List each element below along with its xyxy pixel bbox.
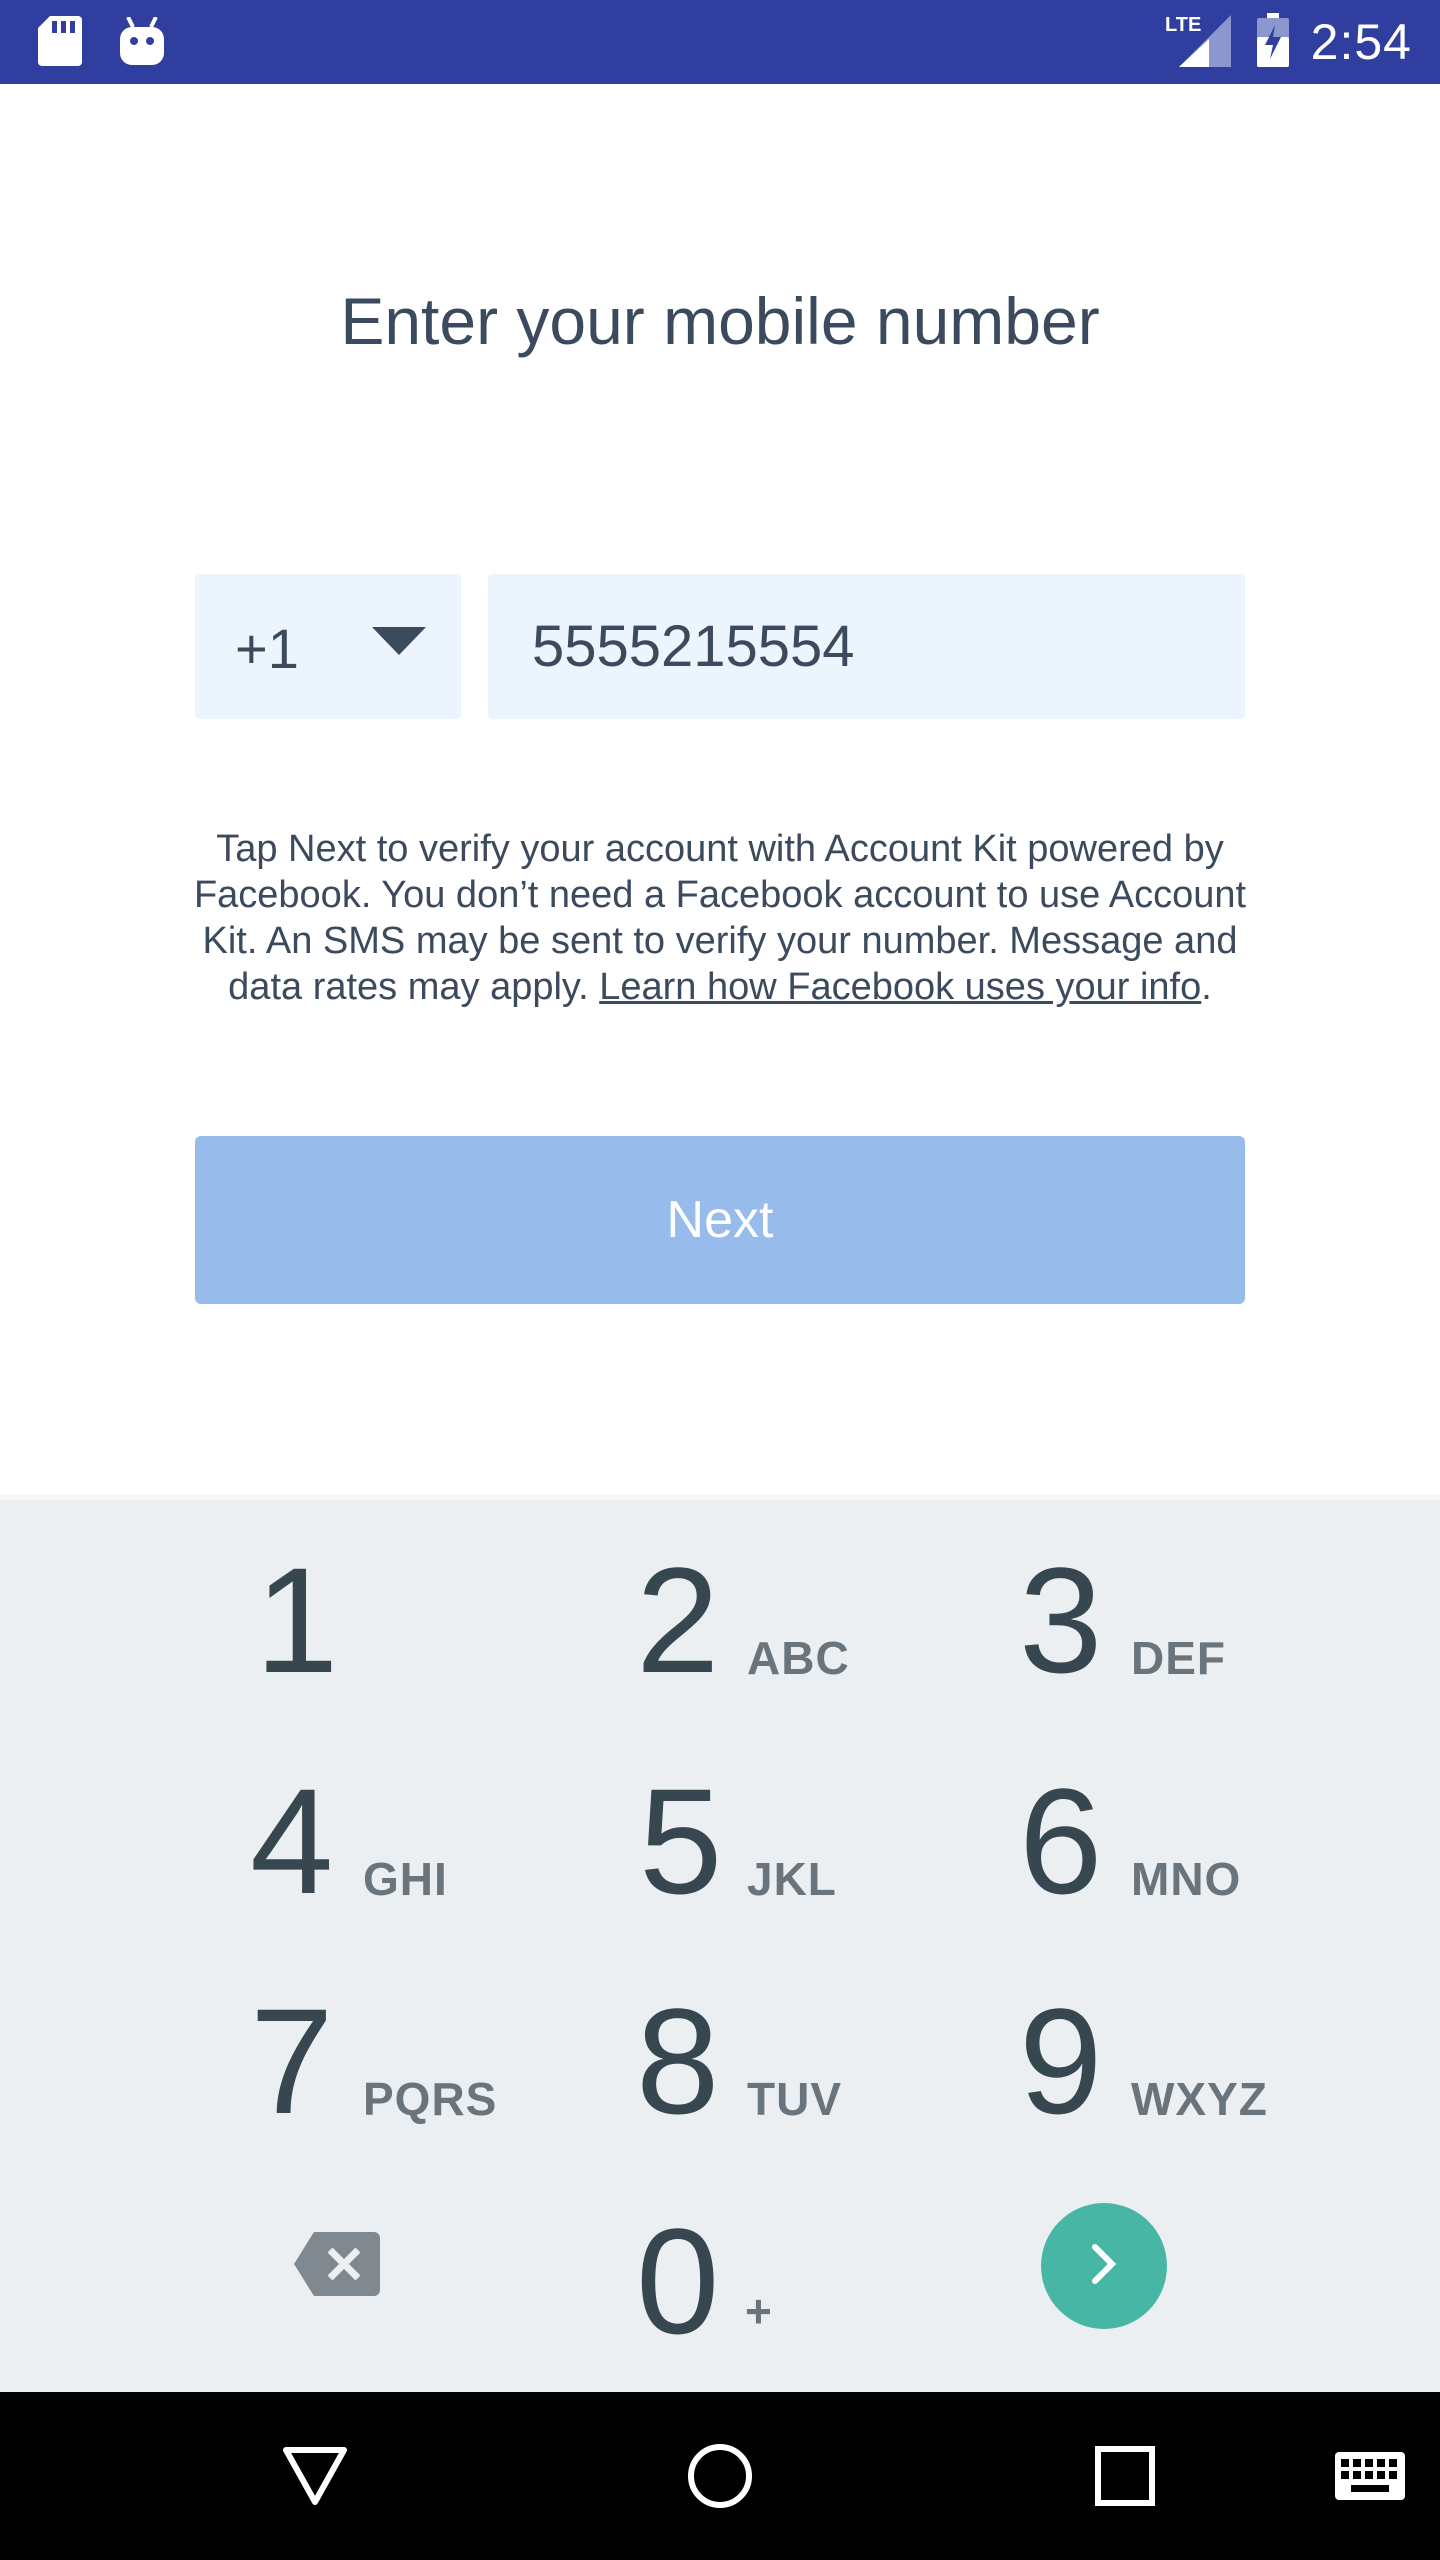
dropdown-arrow-icon	[372, 627, 426, 660]
key-letters: ABC	[747, 1632, 850, 1684]
android-icon	[120, 16, 164, 70]
key-letters: GHI	[363, 1853, 448, 1905]
key-5[interactable]: 5 JKL	[639, 1766, 999, 1966]
svg-text:LTE: LTE	[1165, 14, 1201, 36]
key-2[interactable]: 2 ABC	[636, 1545, 996, 1745]
key-9[interactable]: 9 WXYZ	[1019, 1986, 1379, 2186]
key-7[interactable]: 7 PQRS	[250, 1986, 610, 2186]
key-letters: TUV	[747, 2073, 842, 2125]
key-digit: 5	[639, 1757, 723, 1925]
key-0[interactable]: 0 +	[636, 2206, 996, 2406]
home-icon[interactable]	[675, 2392, 765, 2560]
next-button[interactable]: Next	[195, 1136, 1245, 1304]
key-digit: 0	[636, 2197, 720, 2365]
status-bar: LTE 2:54	[0, 0, 1440, 84]
key-1[interactable]: 1	[255, 1545, 615, 1745]
key-digit: 6	[1019, 1757, 1103, 1925]
key-3[interactable]: 3 DEF	[1019, 1545, 1379, 1745]
continue-button[interactable]	[1041, 2203, 1167, 2329]
key-digit: 8	[636, 1977, 720, 2145]
key-4[interactable]: 4 GHI	[250, 1766, 610, 1966]
country-code-value: +1	[235, 617, 299, 680]
key-letters: DEF	[1131, 1632, 1226, 1684]
key-letters: WXYZ	[1131, 2073, 1268, 2125]
key-letters: MNO	[1131, 1853, 1242, 1905]
key-8[interactable]: 8 TUV	[636, 1986, 996, 2186]
key-letters: JKL	[747, 1853, 837, 1905]
phone-number-field[interactable]	[488, 574, 1245, 719]
navigation-bar	[0, 2392, 1440, 2560]
key-digit: 7	[250, 1977, 334, 2145]
sd-card-icon	[38, 16, 82, 71]
system-icons: LTE 2:54	[1165, 0, 1412, 84]
notification-icons	[38, 16, 164, 71]
signal-icon: LTE	[1165, 13, 1235, 72]
key-digit: 2	[636, 1536, 720, 1704]
chevron-right-icon	[1089, 2241, 1119, 2292]
country-code-selector[interactable]: +1	[195, 574, 461, 719]
key-digit: 9	[1019, 1977, 1103, 2145]
phone-number-input[interactable]	[532, 574, 1212, 719]
backspace-icon[interactable]	[294, 2232, 380, 2301]
learn-more-link[interactable]: Learn how Facebook uses your info	[599, 966, 1201, 1008]
key-letters: +	[745, 2285, 773, 2337]
clock: 2:54	[1310, 14, 1412, 70]
terms-trailing: .	[1201, 966, 1212, 1008]
terms-text: Tap Next to verify your account with Acc…	[190, 826, 1250, 1010]
key-digit: 3	[1019, 1536, 1103, 1704]
key-letters: PQRS	[363, 2073, 498, 2125]
keyboard-icon[interactable]	[1330, 2392, 1410, 2560]
back-icon[interactable]	[270, 2392, 360, 2560]
key-digit: 1	[255, 1536, 339, 1704]
key-6[interactable]: 6 MNO	[1019, 1766, 1379, 1966]
key-digit: 4	[250, 1757, 334, 1925]
page-title: Enter your mobile number	[340, 284, 1100, 358]
recents-icon[interactable]	[1080, 2392, 1170, 2560]
battery-charging-icon	[1256, 12, 1289, 72]
